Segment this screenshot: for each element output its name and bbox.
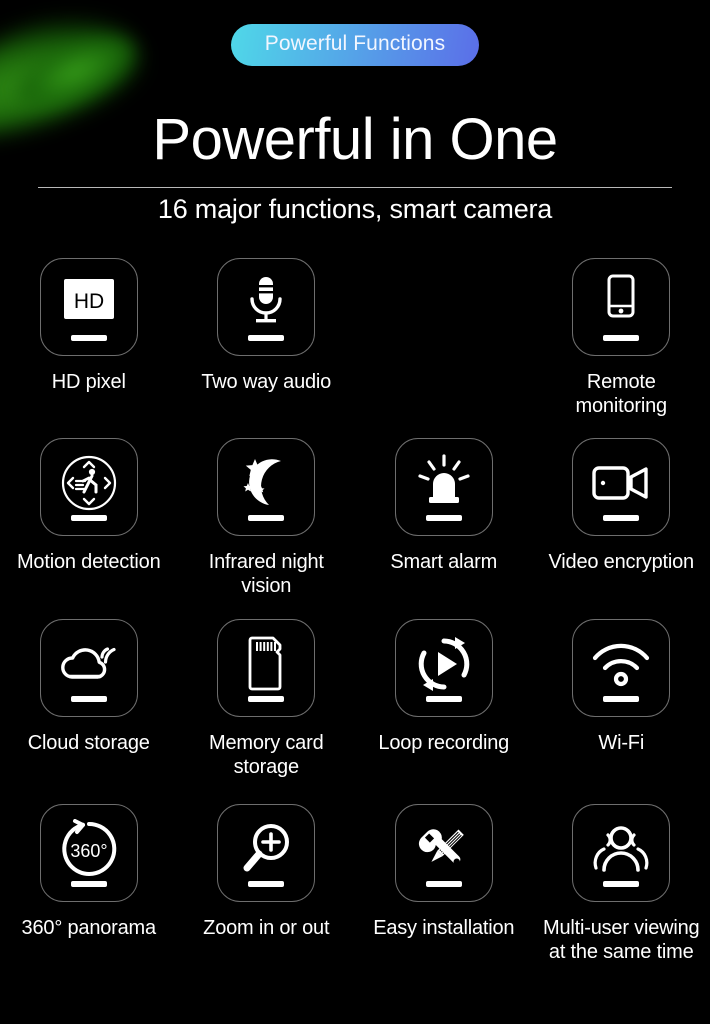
feature-grid: HD HD pixel Two way audio Remote monitor… xyxy=(0,258,710,984)
feature-item-easy-installation: Easy installation xyxy=(355,804,533,984)
panorama-360-icon: 360° xyxy=(56,816,122,882)
promo-page: Powerful Functions Powerful in One 16 ma… xyxy=(0,0,710,1024)
feature-tile xyxy=(39,619,138,717)
feature-item-video-encryption: Video encryption xyxy=(533,438,710,619)
feature-tile xyxy=(572,258,671,356)
page-title: Powerful in One xyxy=(152,107,558,172)
sd-card-icon xyxy=(233,631,299,697)
feature-item-loop-recording: Loop recording xyxy=(355,619,533,804)
feature-label: Video encryption xyxy=(548,551,695,573)
feature-item-motion-detection: Motion detection xyxy=(0,438,178,619)
badge-container: Powerful Functions xyxy=(0,24,710,67)
feature-label: 360° panorama xyxy=(21,917,157,939)
wifi-icon xyxy=(588,631,654,697)
feature-label: Memory card storage xyxy=(209,732,324,779)
hd-monitor-icon: HD xyxy=(56,270,122,336)
cloud-wifi-icon xyxy=(56,631,122,697)
feature-tile xyxy=(572,438,671,536)
video-camera-icon xyxy=(588,450,654,516)
feature-tile xyxy=(394,804,493,902)
page-subtitle: 16 major functions, smart camera xyxy=(157,194,553,224)
feature-label: Two way audio xyxy=(201,371,332,393)
feature-tile xyxy=(572,804,671,902)
feature-label: Loop recording xyxy=(378,732,510,754)
feature-item-two-way-audio: Two way audio xyxy=(178,258,356,438)
moon-stars-icon xyxy=(233,450,299,516)
wrench-screwdriver-icon xyxy=(411,816,477,882)
feature-label: Cloud storage xyxy=(27,732,150,754)
feature-tile xyxy=(217,804,316,902)
feature-label: Easy installation xyxy=(373,917,515,939)
feature-label: Infrared night vision xyxy=(208,551,324,598)
feature-tile xyxy=(394,438,493,536)
feature-label: Remote monitoring xyxy=(575,371,668,418)
feature-tile xyxy=(217,438,316,536)
title-divider xyxy=(38,187,672,188)
hd-label: HD xyxy=(74,290,104,313)
feature-item-multi-user-viewing: Multi-user viewing at the same time xyxy=(533,804,710,984)
feature-item-memory-card-storage: Memory card storage xyxy=(178,619,356,804)
feature-item-remote-monitoring: Remote monitoring xyxy=(533,258,710,438)
feature-item-zoom-in-or-out: Zoom in or out xyxy=(178,804,356,984)
microphone-icon xyxy=(233,270,299,336)
feature-item-hd-pixel: HD HD pixel xyxy=(0,258,178,438)
feature-item-360-panorama: 360° 360° panorama xyxy=(0,804,178,984)
feature-tile xyxy=(394,619,493,717)
feature-tile xyxy=(572,619,671,717)
feature-item-smart-alarm: Smart alarm xyxy=(355,438,533,619)
magnifier-plus-icon xyxy=(233,816,299,882)
feature-tile xyxy=(217,619,316,717)
siren-alarm-icon xyxy=(411,450,477,516)
feature-tile xyxy=(39,438,138,536)
feature-label: Zoom in or out xyxy=(203,917,330,939)
feature-label: Wi-Fi xyxy=(598,732,645,754)
smartphone-icon xyxy=(588,270,654,336)
feature-tile xyxy=(217,258,316,356)
feature-tile: 360° xyxy=(39,804,138,902)
feature-label: HD pixel xyxy=(51,371,126,393)
panorama-label: 360° xyxy=(70,841,107,861)
feature-item-wifi: Wi-Fi xyxy=(533,619,710,804)
powerful-functions-badge: Powerful Functions xyxy=(230,24,480,67)
multi-user-icon xyxy=(588,816,654,882)
feature-item-infrared-night-vision: Infrared night vision xyxy=(178,438,356,619)
feature-label: Motion detection xyxy=(16,551,161,573)
feature-label: Smart alarm xyxy=(390,551,498,573)
motion-detection-icon xyxy=(56,450,122,516)
feature-tile: HD xyxy=(39,258,138,356)
feature-item-cloud-storage: Cloud storage xyxy=(0,619,178,804)
loop-play-icon xyxy=(411,631,477,697)
feature-label: Multi-user viewing at the same time xyxy=(543,917,700,964)
